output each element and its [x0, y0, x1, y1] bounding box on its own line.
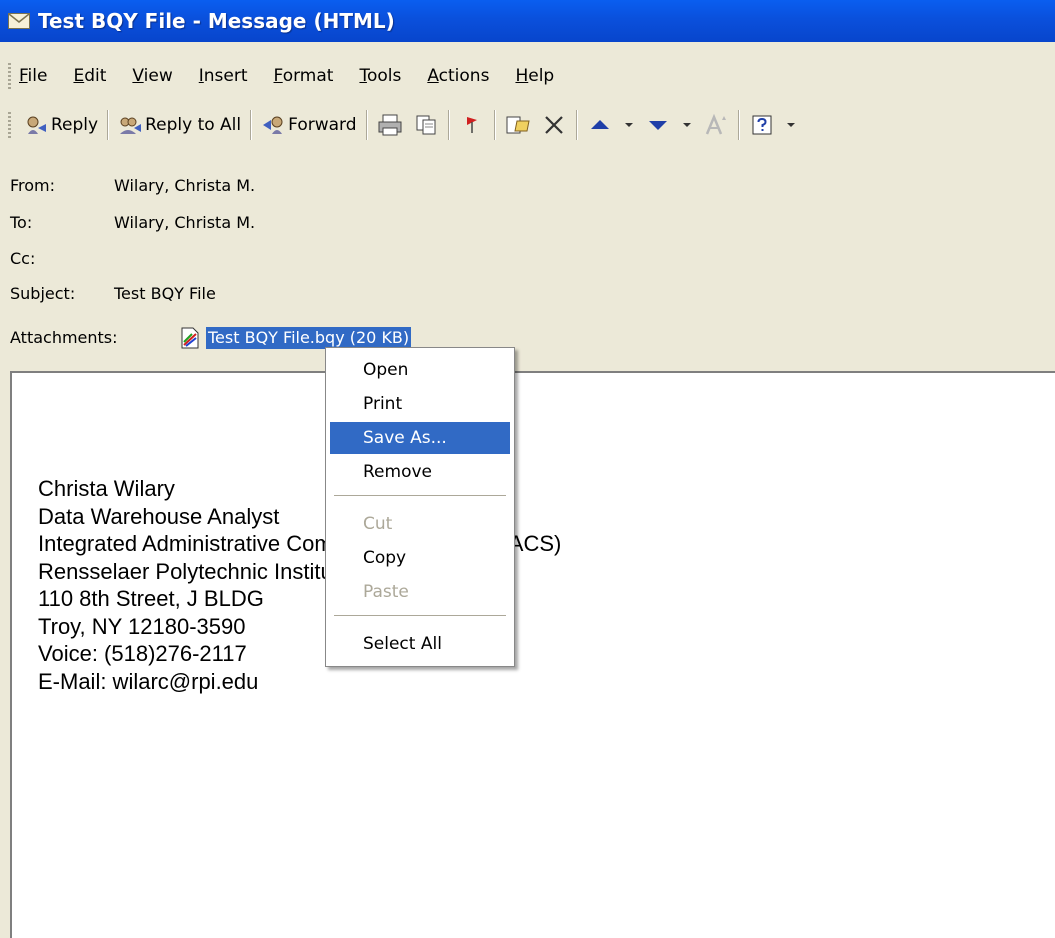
envelope-icon — [8, 13, 30, 29]
toolbar-separator — [107, 110, 110, 140]
toolbar-separator — [575, 110, 578, 140]
forward-button[interactable]: Forward — [256, 108, 361, 142]
context-menu-paste[interactable]: Paste — [330, 576, 510, 608]
reply-label: Reply — [51, 115, 99, 135]
context-menu-save-as[interactable]: Save As... — [330, 422, 510, 454]
context-menu-print[interactable]: Print — [330, 388, 510, 420]
bqy-file-icon — [181, 327, 199, 349]
printer-icon — [378, 114, 402, 136]
toolbar-grip[interactable] — [8, 112, 11, 138]
dropdown-arrow-icon — [624, 123, 633, 127]
menu-insert[interactable]: Insert — [199, 66, 248, 86]
forward-icon — [263, 116, 283, 134]
menu-help[interactable]: Help — [515, 66, 554, 86]
context-menu-remove[interactable]: Remove — [330, 456, 510, 488]
previous-item-button[interactable] — [586, 111, 614, 139]
attachments-row: Attachments: — [10, 328, 118, 347]
flag-icon — [466, 117, 477, 133]
menu-format[interactable]: Format — [274, 66, 334, 86]
window-title: Test BQY File - Message (HTML) — [38, 9, 395, 33]
cc-row: Cc: — [10, 249, 114, 268]
reply-icon — [27, 116, 46, 134]
copy-button[interactable] — [412, 111, 440, 139]
cc-label: Cc: — [10, 249, 36, 268]
font-size-icon — [705, 113, 726, 135]
toolbar-separator — [493, 110, 496, 140]
from-row: From: Wilary, Christa M. — [10, 176, 255, 195]
attachments-label: Attachments: — [10, 328, 118, 347]
next-dropdown-button[interactable] — [680, 111, 694, 139]
reply-all-label: Reply to All — [145, 115, 242, 135]
toolbar-separator — [737, 110, 740, 140]
subject-label: Subject: — [10, 284, 76, 303]
delete-icon — [544, 116, 563, 134]
toolbar-options-button[interactable] — [784, 111, 798, 139]
menu-tools[interactable]: Tools — [359, 66, 401, 86]
menu-file[interactable]: File — [19, 66, 47, 86]
font-size-button[interactable] — [702, 111, 730, 139]
toolbar: Reply Reply to All Forward — [0, 103, 1055, 147]
reply-button[interactable]: Reply — [19, 108, 103, 142]
context-menu-select-all[interactable]: Select All — [330, 628, 510, 660]
menu-grip[interactable] — [8, 63, 11, 89]
delete-button[interactable] — [540, 111, 568, 139]
copy-icon — [416, 115, 436, 135]
flag-button[interactable] — [458, 111, 486, 139]
arrow-down-icon — [648, 121, 667, 130]
to-value[interactable]: Wilary, Christa M. — [114, 213, 255, 232]
move-to-folder-button[interactable] — [504, 111, 532, 139]
menu-edit[interactable]: Edit — [73, 66, 106, 86]
context-menu-separator — [334, 615, 506, 616]
message-headers: From: Wilary, Christa M. To: Wilary, Chr… — [0, 150, 1055, 370]
to-label: To: — [10, 213, 33, 232]
previous-dropdown-button[interactable] — [622, 111, 636, 139]
help-button[interactable] — [748, 111, 776, 139]
menu-bar: File Edit View Insert Format Tools Actio… — [0, 56, 1055, 96]
next-item-button[interactable] — [644, 111, 672, 139]
context-menu-open[interactable]: Open — [330, 354, 510, 386]
menu-view[interactable]: View — [132, 66, 172, 86]
forward-label: Forward — [288, 115, 357, 135]
reply-all-button[interactable]: Reply to All — [113, 108, 246, 142]
to-row: To: Wilary, Christa M. — [10, 213, 255, 232]
from-value[interactable]: Wilary, Christa M. — [114, 176, 255, 195]
dropdown-arrow-icon — [786, 123, 795, 127]
toolbar-separator — [250, 110, 253, 140]
help-icon — [752, 115, 772, 135]
arrow-up-icon — [590, 120, 609, 129]
title-bar: Test BQY File - Message (HTML) — [0, 0, 1055, 42]
context-menu-cut[interactable]: Cut — [330, 508, 510, 540]
message-body[interactable]: Christa Wilary Data Warehouse Analyst In… — [10, 371, 1055, 938]
context-menu-separator — [334, 495, 506, 496]
attachment-name[interactable]: Test BQY File.bqy (20 KB) — [206, 327, 412, 349]
subject-value: Test BQY File — [114, 284, 216, 303]
toolbar-separator — [447, 110, 450, 140]
subject-row: Subject: Test BQY File — [10, 284, 216, 303]
toolbar-separator — [365, 110, 368, 140]
context-menu-copy[interactable]: Copy — [330, 542, 510, 574]
print-button[interactable] — [376, 111, 404, 139]
dropdown-arrow-icon — [682, 123, 691, 127]
from-label: From: — [10, 176, 56, 195]
signature-line[interactable]: E-Mail: wilarc@rpi.edu — [38, 668, 561, 696]
reply-all-icon — [120, 117, 142, 134]
attachment-context-menu: Open Print Save As... Remove Cut Copy Pa… — [325, 347, 515, 667]
menu-actions[interactable]: Actions — [427, 66, 489, 86]
move-folder-icon — [506, 116, 530, 134]
